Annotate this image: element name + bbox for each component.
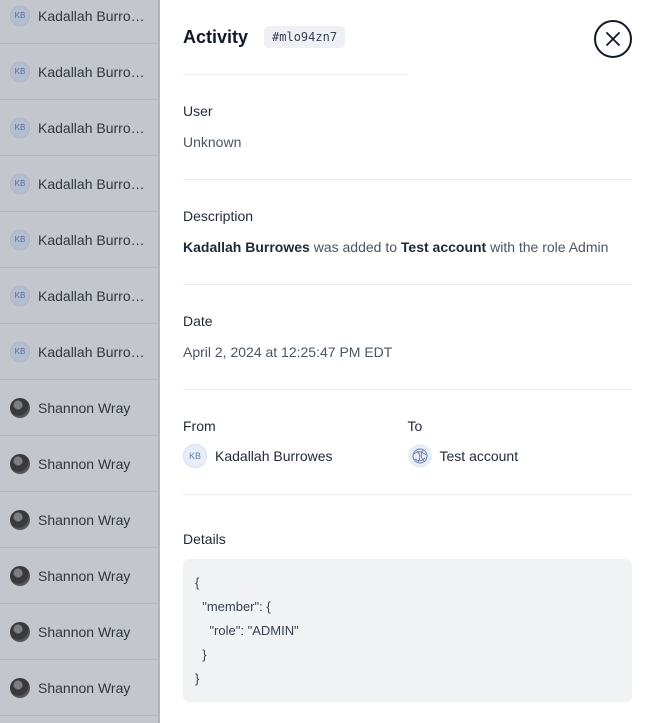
- date-value: April 2, 2024 at 12:25:47 PM EDT: [183, 344, 393, 360]
- to-label: To: [407, 418, 423, 434]
- user-label: User: [183, 103, 213, 119]
- list-item-name: Kadallah Burrowes: [38, 175, 148, 192]
- from-name: Kadallah Burrowes: [215, 448, 333, 464]
- description-section: Description Kadallah Burrowes was added …: [183, 208, 632, 255]
- divider: [183, 179, 632, 180]
- avatar: KB: [10, 285, 30, 306]
- avatar: KB: [10, 5, 30, 26]
- from-column: From KB Kadallah Burrowes: [183, 418, 408, 468]
- code-line: }: [195, 647, 207, 662]
- list-item-name: Shannon Wray: [38, 679, 131, 696]
- from-to-section: From KB Kadallah Burrowes To Test accoun…: [183, 418, 632, 468]
- list-item[interactable]: KB Kadallah Burrowes: [0, 324, 160, 380]
- avatar: KB: [10, 61, 30, 82]
- from-label: From: [183, 418, 216, 434]
- list-item[interactable]: Shannon Wray: [0, 436, 160, 492]
- user-section: User Unknown: [183, 103, 632, 150]
- list-item[interactable]: Shannon Wray: [0, 492, 160, 548]
- list-item[interactable]: KB Kadallah Burrowes: [0, 156, 160, 212]
- background-member-list: KB Kadallah Burrowes KB Kadallah Burrowes KB…: [0, 0, 160, 723]
- from-entity[interactable]: KB Kadallah Burrowes: [183, 444, 408, 468]
- description-text: Kadallah Burrowes was added to Test acco…: [183, 239, 632, 255]
- list-item-name: Shannon Wray: [38, 511, 131, 528]
- avatar: KB: [10, 229, 30, 250]
- list-item-name: Kadallah Burrowes: [38, 119, 148, 136]
- list-item[interactable]: Shannon Wray: [0, 380, 160, 436]
- drawer-header: Activity #mlo94zn7: [183, 26, 346, 48]
- avatar: [10, 397, 30, 418]
- activity-drawer: Activity #mlo94zn7 User Unknown Descript…: [160, 0, 645, 723]
- list-item[interactable]: KB Kadallah Burrowes: [0, 100, 160, 156]
- description-fragment: was added to: [309, 239, 401, 255]
- list-item[interactable]: Shannon Wray: [0, 604, 160, 660]
- account-logo-icon: [407, 444, 432, 468]
- avatar: KB: [10, 117, 30, 138]
- list-item-name: Shannon Wray: [38, 623, 131, 640]
- avatar: KB: [10, 341, 30, 362]
- list-item[interactable]: Shannon Wray: [0, 660, 160, 716]
- to-column: To Test account: [407, 418, 633, 468]
- avatar: [10, 565, 30, 586]
- list-item[interactable]: KB Kadallah Burrowes: [0, 212, 160, 268]
- description-label: Description: [183, 208, 254, 224]
- close-button[interactable]: [594, 20, 632, 58]
- description-target: Test account: [400, 239, 487, 255]
- details-label: Details: [183, 531, 226, 547]
- details-code-block[interactable]: { "member": { "role": "ADMIN" } }: [183, 559, 632, 702]
- list-item[interactable]: Shannon Wray: [0, 548, 160, 604]
- avatar: [10, 453, 30, 474]
- code-line: "member": {: [195, 599, 271, 614]
- date-section: Date April 2, 2024 at 12:25:47 PM EDT: [183, 313, 632, 360]
- list-item-name: Kadallah Burrowes: [38, 287, 148, 304]
- list-item-name: Kadallah Burrowes: [38, 343, 148, 360]
- code-line: "role": "ADMIN": [195, 623, 299, 638]
- list-item-name: Shannon Wray: [38, 399, 131, 416]
- list-item[interactable]: KB Kadallah Burrowes: [0, 268, 160, 324]
- header-divider: [183, 74, 408, 75]
- list-item-name: Shannon Wray: [38, 455, 131, 472]
- to-name: Test account: [439, 448, 519, 464]
- drawer-title: Activity: [183, 26, 249, 47]
- to-entity[interactable]: Test account: [407, 444, 633, 468]
- details-section: Details { "member": { "role": "ADMIN" } …: [183, 531, 632, 702]
- code-line: }: [195, 671, 200, 686]
- user-value: Unknown: [183, 134, 242, 150]
- description-fragment: with the role Admin: [486, 239, 609, 255]
- code-line: {: [195, 575, 200, 590]
- avatar: KB: [10, 173, 30, 194]
- description-actor: Kadallah Burrowes: [183, 239, 310, 255]
- list-item[interactable]: KB Kadallah Burrowes: [0, 44, 160, 100]
- divider: [183, 494, 632, 495]
- avatar: [10, 621, 30, 642]
- list-item-name: Kadallah Burrowes: [38, 231, 148, 248]
- avatar: [10, 677, 30, 698]
- close-icon: [606, 32, 620, 46]
- avatar: [10, 509, 30, 530]
- list-item-name: Kadallah Burrowes: [38, 7, 148, 24]
- activity-id-badge[interactable]: #mlo94zn7: [264, 26, 346, 48]
- date-label: Date: [183, 313, 213, 329]
- list-item-name: Kadallah Burrowes: [38, 63, 148, 80]
- list-item[interactable]: KB Kadallah Burrowes: [0, 0, 160, 44]
- list-item-name: Shannon Wray: [38, 567, 131, 584]
- divider: [183, 389, 632, 390]
- divider: [183, 284, 632, 285]
- avatar: KB: [183, 444, 207, 468]
